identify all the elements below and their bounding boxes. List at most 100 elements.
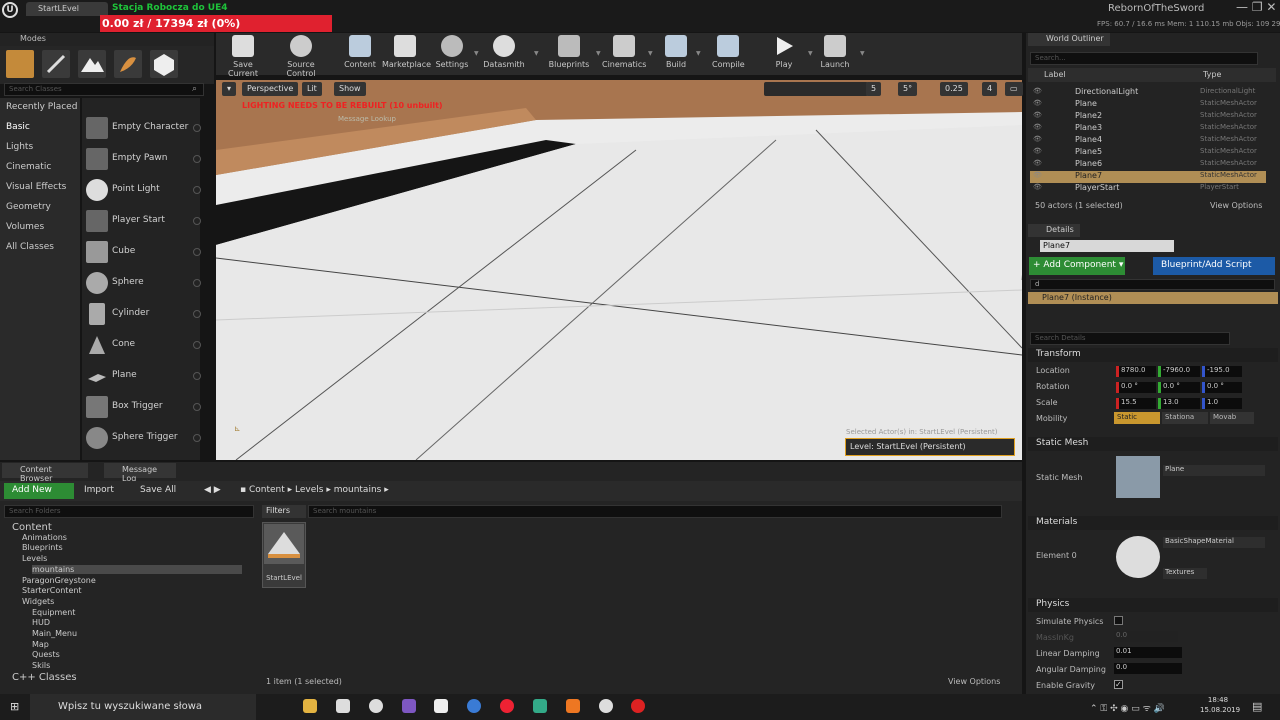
section-transform[interactable]: Transform: [1028, 348, 1278, 362]
place-item-cube[interactable]: Cube: [86, 237, 201, 265]
category-recently-placed[interactable]: Recently Placed: [6, 102, 77, 112]
settings-dropdown-icon[interactable]: ▼: [474, 50, 479, 57]
paint-mode-icon[interactable]: [42, 50, 70, 78]
transform-tools[interactable]: [764, 82, 868, 96]
compile-button[interactable]: Compile: [712, 35, 745, 73]
system-tray-icons[interactable]: ⌃ ⚿ ✣ ◉ ▭ ᯤ 🔊: [1090, 701, 1165, 714]
category-lights[interactable]: Lights: [6, 142, 33, 152]
place-item-sphere[interactable]: Sphere: [86, 268, 201, 296]
tab-content-browser[interactable]: Content Browser: [2, 463, 88, 483]
visibility-eye-icon[interactable]: 👁: [1033, 171, 1042, 179]
simulate-physics-checkbox[interactable]: [1114, 616, 1123, 625]
cinematics-button[interactable]: Cinematics: [602, 35, 646, 73]
linear-damping-field[interactable]: 0.01: [1114, 647, 1182, 658]
folder-item[interactable]: Main_Menu: [32, 629, 77, 638]
file-explorer-icon[interactable]: [303, 699, 317, 713]
info-icon[interactable]: [193, 155, 201, 163]
visibility-eye-icon[interactable]: 👁: [1033, 111, 1042, 119]
info-icon[interactable]: [193, 310, 201, 318]
col-label[interactable]: Label: [1044, 70, 1066, 79]
place-item-point-light[interactable]: Point Light: [86, 175, 201, 203]
tab-details[interactable]: Details: [1028, 224, 1080, 237]
info-icon[interactable]: [193, 248, 201, 256]
scale-snap-value[interactable]: 0.25: [940, 82, 968, 96]
section-static-mesh[interactable]: Static Mesh: [1028, 437, 1278, 451]
breadcrumb-levels[interactable]: Levels: [295, 485, 323, 495]
cinematics-dropdown-icon[interactable]: ▼: [648, 50, 653, 57]
outliner-row[interactable]: 👁 Plane3 StaticMeshActor: [1030, 123, 1266, 135]
clock[interactable]: 18:48 15.08.2019: [1200, 696, 1240, 714]
material-picker[interactable]: BasicShapeMaterial: [1163, 537, 1265, 548]
window-controls[interactable]: — ❐ ✕: [1236, 0, 1280, 18]
category-volumes[interactable]: Volumes: [6, 222, 44, 232]
mass-field[interactable]: 0.0: [1114, 631, 1178, 642]
visibility-eye-icon[interactable]: 👁: [1033, 123, 1042, 131]
chrome-icon[interactable]: [369, 699, 383, 713]
folder-item[interactable]: C++ Classes: [12, 672, 77, 683]
breadcrumb-content[interactable]: Content: [249, 485, 285, 495]
datasmith-dropdown-icon[interactable]: ▼: [534, 50, 539, 57]
filters-button[interactable]: Filters: [262, 505, 306, 518]
history-back-icon[interactable]: ◀ ▶: [204, 485, 221, 495]
add-new-button[interactable]: Add New: [4, 483, 74, 499]
camera-speed-value[interactable]: 4: [982, 82, 998, 96]
folder-search-input[interactable]: Search Folders: [4, 505, 254, 518]
lit-button[interactable]: Lit: [302, 82, 322, 96]
info-icon[interactable]: [193, 434, 201, 442]
launch-dropdown-icon[interactable]: ▼: [860, 50, 865, 57]
actor-name-field[interactable]: Plane7: [1040, 240, 1174, 252]
level-tab[interactable]: StartLEvel: [26, 2, 108, 16]
outliner-row[interactable]: 👁 Plane StaticMeshActor: [1030, 99, 1266, 111]
grid-snap-value[interactable]: 5: [866, 82, 882, 96]
app2-icon[interactable]: [533, 699, 547, 713]
unreal-taskbar-icon[interactable]: [434, 699, 448, 713]
info-icon[interactable]: [193, 279, 201, 287]
windows-start-icon[interactable]: ⊞: [10, 700, 19, 713]
blender-icon[interactable]: [566, 699, 580, 713]
notification-icon[interactable]: ▤: [1252, 700, 1262, 713]
place-item-player-start[interactable]: Player Start: [86, 206, 201, 234]
folder-item[interactable]: Skils: [32, 661, 50, 670]
category-visual-effects[interactable]: Visual Effects: [6, 182, 66, 192]
location-x[interactable]: 8780.0: [1116, 366, 1156, 377]
rotation-x[interactable]: 0.0 °: [1116, 382, 1156, 393]
rotation-z[interactable]: 0.0 °: [1202, 382, 1242, 393]
folder-item[interactable]: ParagonGreystone: [22, 576, 96, 585]
scale-z[interactable]: 1.0: [1202, 398, 1242, 409]
rotation-snap-value[interactable]: 5°: [898, 82, 918, 96]
visibility-eye-icon[interactable]: 👁: [1033, 147, 1042, 155]
component-instance-row[interactable]: Plane7 (Instance): [1028, 292, 1278, 304]
geometry-mode-icon[interactable]: [150, 50, 178, 78]
folder-item[interactable]: Widgets: [22, 597, 54, 606]
outliner-view-options-button[interactable]: View Options: [1210, 201, 1262, 210]
modes-tab[interactable]: Modes: [0, 33, 214, 46]
mesh-thumbnail[interactable]: [1116, 456, 1160, 498]
category-cinematic[interactable]: Cinematic: [6, 162, 51, 172]
content-button[interactable]: Content: [340, 35, 380, 73]
add-component-button[interactable]: + Add Component ▾: [1029, 257, 1125, 275]
visibility-eye-icon[interactable]: 👁: [1033, 159, 1042, 167]
viewport-options-icon[interactable]: ▾: [222, 82, 237, 96]
info-icon[interactable]: [193, 124, 201, 132]
scale-x[interactable]: 15.5: [1116, 398, 1156, 409]
visibility-eye-icon[interactable]: 👁: [1033, 87, 1042, 95]
folder-item[interactable]: Map: [32, 640, 49, 649]
launch-button[interactable]: Launch: [818, 35, 852, 73]
info-icon[interactable]: [193, 372, 201, 380]
outliner-row[interactable]: 👁 Plane2 StaticMeshActor: [1030, 111, 1266, 123]
folder-item[interactable]: Blueprints: [22, 543, 63, 552]
details-search-input[interactable]: Search Details: [1030, 332, 1230, 345]
place-item-box-trigger[interactable]: Box Trigger: [86, 392, 201, 420]
info-icon[interactable]: [193, 341, 201, 349]
place-item-plane[interactable]: Plane: [86, 361, 201, 389]
angular-damping-field[interactable]: 0.0: [1114, 663, 1182, 674]
outliner-row[interactable]: 👁 Plane4 StaticMeshActor: [1030, 135, 1266, 147]
blueprints-dropdown-icon[interactable]: ▼: [596, 50, 601, 57]
mobility-stationary[interactable]: Stationa: [1162, 412, 1208, 424]
settings-button[interactable]: Settings: [432, 35, 472, 73]
scale-y[interactable]: 13.0: [1158, 398, 1200, 409]
static-mesh-picker[interactable]: Plane: [1163, 465, 1265, 476]
tab-message-log[interactable]: Message Log: [104, 463, 176, 483]
marketplace-button[interactable]: Marketplace: [382, 35, 431, 73]
level-viewport[interactable]: [216, 80, 1022, 460]
